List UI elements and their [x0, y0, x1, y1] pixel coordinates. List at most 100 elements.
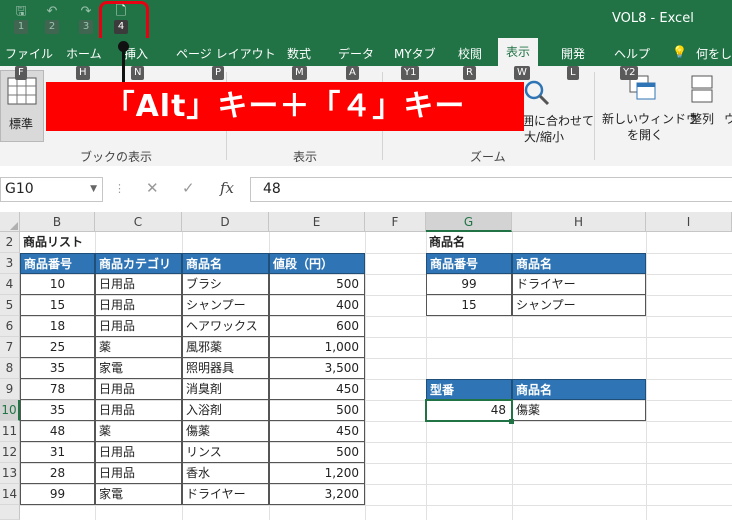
arrange-icon[interactable] — [690, 74, 714, 104]
column-header-f[interactable]: F — [365, 212, 426, 232]
category-cell[interactable]: 日用品 — [95, 274, 182, 295]
price-cell[interactable]: 400 — [269, 295, 365, 316]
tab-my-tab[interactable]: MYタブ — [394, 45, 436, 62]
category-cell[interactable]: 日用品 — [95, 463, 182, 484]
list-header-category[interactable]: 商品カテゴリ — [95, 253, 182, 274]
product-name-cell[interactable]: 照明器具 — [182, 358, 269, 379]
row-header-4[interactable]: 4 — [0, 274, 20, 295]
enter-icon[interactable]: ✓ — [182, 179, 195, 197]
tab-view[interactable]: 表示 — [498, 38, 539, 66]
category-cell[interactable]: 日用品 — [95, 316, 182, 337]
product-no-cell[interactable]: 48 — [20, 421, 95, 442]
product-name-cell[interactable]: シャンプー — [182, 295, 269, 316]
tab-developer[interactable]: 開発 — [561, 45, 585, 62]
column-header-c[interactable]: C — [95, 212, 182, 232]
product-no-cell[interactable]: 18 — [20, 316, 95, 337]
category-cell[interactable]: 日用品 — [95, 442, 182, 463]
row-header-2[interactable]: 2 — [0, 232, 20, 253]
column-header-b[interactable]: B — [20, 212, 95, 232]
product-no-cell[interactable]: 99 — [20, 484, 95, 505]
model-cell-h10[interactable]: 傷薬 — [512, 400, 646, 421]
tab-home[interactable]: ホーム — [66, 45, 102, 62]
magnifier-icon[interactable] — [522, 78, 550, 106]
price-cell[interactable]: 500 — [269, 274, 365, 295]
product-name-cell[interactable]: 消臭剤 — [182, 379, 269, 400]
row-header-9[interactable]: 9 — [0, 379, 20, 400]
model-header-model-no[interactable]: 型番 — [426, 379, 512, 400]
column-header-d[interactable]: D — [182, 212, 269, 232]
tab-data[interactable]: データ — [338, 45, 374, 62]
lookup-cell[interactable]: 99 — [426, 274, 512, 295]
category-cell[interactable]: 薬 — [95, 421, 182, 442]
new-window-label[interactable]: 新しいウィンドウ — [602, 110, 698, 127]
category-cell[interactable]: 家電 — [95, 484, 182, 505]
new-window-label-2[interactable]: を開く — [627, 126, 663, 143]
tab-review[interactable]: 校閲 — [458, 45, 482, 62]
price-cell[interactable]: 500 — [269, 442, 365, 463]
row-header-13[interactable]: 13 — [0, 463, 20, 484]
category-cell[interactable]: 日用品 — [95, 295, 182, 316]
zoom-to-selection-label-2[interactable]: 大/縮小 — [524, 128, 564, 145]
tab-file[interactable]: ファイル — [5, 45, 53, 62]
row-header-6[interactable]: 6 — [0, 316, 20, 337]
qat-undo-button[interactable]: ↶ 2 — [42, 4, 62, 34]
category-cell[interactable]: 薬 — [95, 337, 182, 358]
qat-redo-button[interactable]: ↷ 3 — [76, 4, 96, 34]
product-no-cell[interactable]: 78 — [20, 379, 95, 400]
product-no-cell[interactable]: 35 — [20, 358, 95, 379]
product-no-cell[interactable]: 35 — [20, 400, 95, 421]
row-header-8[interactable]: 8 — [0, 358, 20, 379]
product-name-cell[interactable]: 香水 — [182, 463, 269, 484]
row-header-14[interactable]: 14 — [0, 484, 20, 505]
row-header-7[interactable]: 7 — [0, 337, 20, 358]
product-name-cell[interactable]: ブラシ — [182, 274, 269, 295]
overflow-label[interactable]: ウ — [724, 110, 732, 127]
tab-formulas[interactable]: 数式 — [287, 45, 311, 62]
price-cell[interactable]: 450 — [269, 421, 365, 442]
product-name-cell[interactable]: 風邪薬 — [182, 337, 269, 358]
column-header-g[interactable]: G — [426, 212, 512, 232]
fx-icon[interactable]: fx — [220, 179, 234, 197]
price-cell[interactable]: 1,000 — [269, 337, 365, 358]
list-header-price[interactable]: 値段（円） — [269, 253, 365, 274]
lookup-title[interactable]: 商品名 — [426, 232, 512, 253]
qat-save-button[interactable]: 🖫 1 — [11, 4, 31, 34]
list-title[interactable]: 商品リスト — [20, 232, 180, 253]
price-cell[interactable]: 3,200 — [269, 484, 365, 505]
product-no-cell[interactable]: 15 — [20, 295, 95, 316]
row-header-10[interactable]: 10 — [0, 400, 20, 421]
list-header-product-no[interactable]: 商品番号 — [20, 253, 95, 274]
lookup-cell[interactable]: ドライヤー — [512, 274, 646, 295]
worksheet-grid[interactable]: B C D E F G H I 2 3 4 5 6 7 8 9 10 11 12… — [0, 212, 732, 520]
list-header-product-name[interactable]: 商品名 — [182, 253, 269, 274]
product-name-cell[interactable]: ドライヤー — [182, 484, 269, 505]
product-no-cell[interactable]: 25 — [20, 337, 95, 358]
name-box[interactable]: G10 ▼ — [0, 177, 103, 202]
chevron-down-icon[interactable]: ▼ — [90, 178, 97, 201]
product-name-cell[interactable]: 入浴剤 — [182, 400, 269, 421]
product-no-cell[interactable]: 31 — [20, 442, 95, 463]
tell-me-search[interactable]: 何をし — [696, 45, 732, 62]
product-name-cell[interactable]: リンス — [182, 442, 269, 463]
formula-input[interactable]: 48 — [250, 177, 732, 202]
tab-page-layout[interactable]: ページ レイアウト — [176, 45, 276, 62]
category-cell[interactable]: 日用品 — [95, 400, 182, 421]
standard-view-button[interactable]: 標準 — [0, 70, 44, 142]
price-cell[interactable]: 600 — [269, 316, 365, 337]
model-header-product-name[interactable]: 商品名 — [512, 379, 646, 400]
lookup-cell[interactable]: 15 — [426, 295, 512, 316]
price-cell[interactable]: 3,500 — [269, 358, 365, 379]
price-cell[interactable]: 500 — [269, 400, 365, 421]
product-no-cell[interactable]: 28 — [20, 463, 95, 484]
row-header-11[interactable]: 11 — [0, 421, 20, 442]
category-cell[interactable]: 日用品 — [95, 379, 182, 400]
row-header-3[interactable]: 3 — [0, 253, 20, 274]
product-no-cell[interactable]: 10 — [20, 274, 95, 295]
tab-help[interactable]: ヘルプ — [614, 45, 650, 62]
zoom-to-selection-label[interactable]: 囲に合わせて — [522, 112, 594, 129]
row-header-15[interactable] — [0, 505, 20, 520]
fill-handle[interactable] — [509, 419, 514, 424]
column-header-h[interactable]: H — [512, 212, 646, 232]
lookup-header-product-no[interactable]: 商品番号 — [426, 253, 512, 274]
lookup-header-product-name[interactable]: 商品名 — [512, 253, 646, 274]
